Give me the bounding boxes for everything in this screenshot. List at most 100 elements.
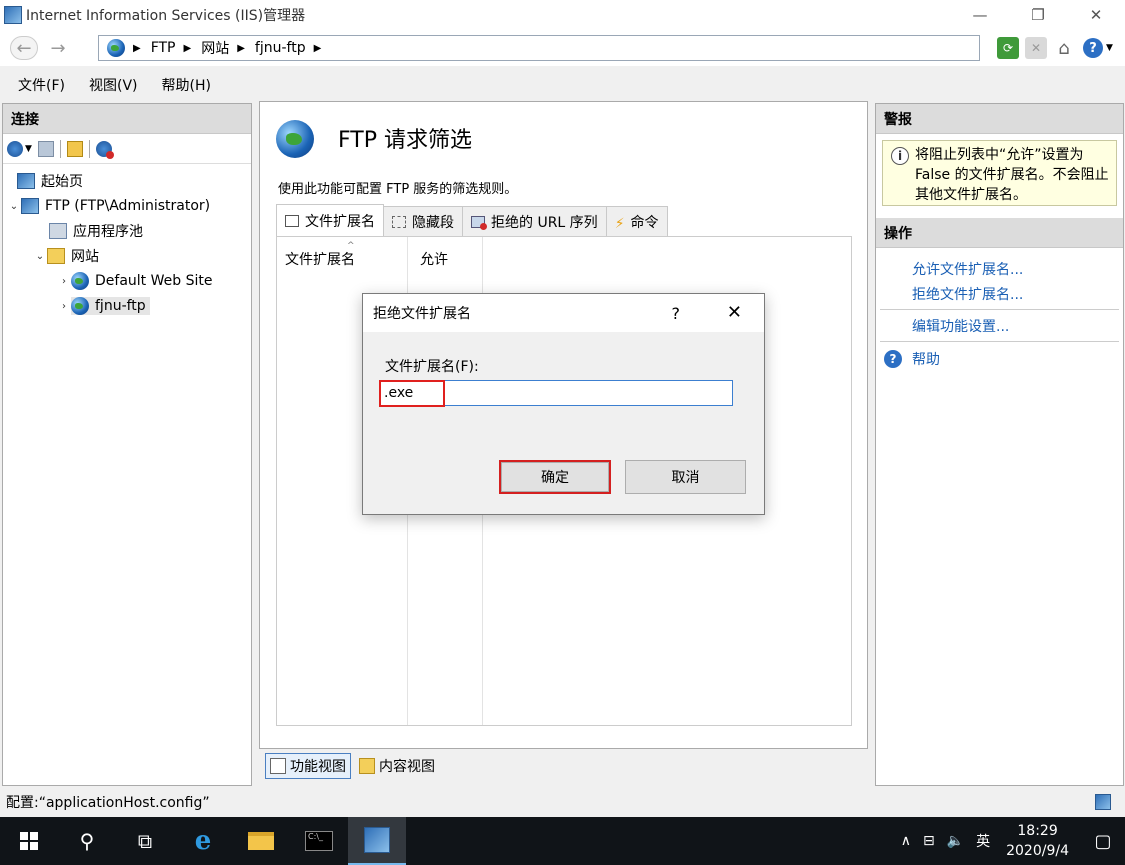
cancel-button[interactable]: 取消 [625, 460, 746, 494]
task-view-icon: ⧉ [137, 829, 153, 853]
alerts-header: 警报 [876, 104, 1123, 134]
clock-date: 2020/9/4 [1006, 843, 1069, 859]
expand-arrow-icon[interactable]: ⌄ [33, 251, 47, 262]
actions-panel: 警报 i 将阻止列表中“允许”设置为 False 的文件扩展名。不会阻止其他文件… [875, 103, 1124, 786]
taskbar-ie[interactable]: e [174, 817, 232, 865]
network-icon[interactable]: ⊟ [917, 833, 941, 849]
status-text: 配置:“applicationHost.config” [6, 795, 210, 811]
help-icon: ? [884, 350, 902, 368]
address-bar[interactable]: ▶ FTP ▶ 网站 ▶ fjnu-ftp ▶ [98, 35, 980, 61]
tree-item-app-pools[interactable]: 应用程序池 [49, 220, 143, 242]
connections-tree: 起始页 ⌄ FTP (FTP\Administrator) 应用程序池 ⌄ 网站… [3, 164, 251, 315]
back-button[interactable]: ← [10, 36, 38, 60]
breadcrumb-ftp[interactable]: FTP [151, 40, 176, 56]
dialog-help-button[interactable]: ? [672, 304, 681, 323]
notification-icon[interactable]: ▢ [1081, 831, 1125, 852]
help-menu-button[interactable]: ? ▼ [1081, 37, 1115, 59]
ok-button[interactable]: 确定 [499, 460, 611, 494]
tab-label: 隐藏段 [412, 214, 454, 231]
clock-time: 18:29 [1017, 823, 1058, 839]
clock[interactable]: 18:29 2020/9/4 [996, 821, 1081, 861]
taskbar-explorer[interactable] [232, 817, 290, 865]
disconnect-icon[interactable] [95, 140, 114, 159]
features-view-button[interactable]: 功能视图 [265, 753, 351, 779]
windows-logo-icon [20, 832, 38, 850]
site-globe-icon [71, 297, 89, 315]
info-icon: i [891, 147, 909, 165]
menu-help[interactable]: 帮助(H) [162, 75, 211, 95]
search-icon: ⚲ [79, 829, 95, 853]
address-toolbar: ⟳ ✕ ⌂ ? ▼ [997, 37, 1115, 59]
stop-icon[interactable]: ✕ [1025, 37, 1047, 59]
volume-muted-icon[interactable]: 🔈 [941, 833, 970, 849]
menu-file[interactable]: 文件(F) [18, 75, 65, 95]
site-globe-icon [71, 272, 89, 290]
alert-message: 将阻止列表中“允许”设置为 False 的文件扩展名。不会阻止其他文件扩展名。 [915, 147, 1109, 203]
allow-extension-link[interactable]: 允许文件扩展名... [876, 256, 1123, 281]
content-view-button[interactable]: 内容视图 [355, 753, 439, 779]
menu-bar: 文件(F) 视图(V) 帮助(H) [0, 70, 1125, 100]
hidden-segment-icon [392, 215, 406, 228]
extension-input[interactable] [379, 380, 733, 406]
start-page-icon [17, 173, 35, 189]
task-view-button[interactable]: ⧉ [116, 817, 174, 865]
collapse-arrow-icon[interactable]: › [57, 301, 71, 312]
start-button[interactable] [0, 817, 58, 865]
extension-field-label: 文件扩展名(F): [385, 359, 479, 375]
tab-commands[interactable]: ⚡ 命令 [605, 206, 668, 236]
tab-denied-url-sequences[interactable]: 拒绝的 URL 序列 [462, 206, 607, 236]
save-icon[interactable] [37, 140, 54, 157]
edit-feature-settings-link[interactable]: 编辑功能设置... [876, 313, 1123, 338]
taskbar: ⚲ ⧉ e C:\_ ∧ ⊟ 🔈 英 18:29 2020/9/4 ▢ [0, 817, 1125, 865]
breadcrumb-site[interactable]: fjnu-ftp [255, 40, 306, 56]
help-icon: ? [1083, 38, 1104, 58]
tree-item-fjnu-ftp[interactable]: › fjnu-ftp [57, 295, 150, 317]
taskbar-cmd[interactable]: C:\_ [290, 817, 348, 865]
view-label: 内容视图 [379, 759, 435, 775]
view-switcher: 功能视图 内容视图 [265, 753, 439, 779]
up-level-icon[interactable] [66, 140, 83, 157]
feature-tabs: 文件扩展名 隐藏段 拒绝的 URL 序列 ⚡ 命令 [276, 204, 668, 236]
feature-title: FTP 请求筛选 [338, 128, 472, 153]
expand-arrow-icon[interactable]: ⌄ [7, 201, 21, 212]
taskbar-iis[interactable] [348, 817, 406, 865]
forward-button[interactable]: → [44, 36, 72, 60]
breadcrumb-separator: ▶ [183, 42, 192, 54]
column-header-allowed[interactable]: 允许 [420, 249, 448, 269]
menu-view[interactable]: 视图(V) [89, 75, 138, 95]
tab-label: 命令 [630, 214, 659, 231]
globe-icon [107, 39, 125, 57]
denied-url-icon [471, 215, 487, 230]
collapse-arrow-icon[interactable]: › [57, 276, 71, 287]
tree-item-label: 起始页 [41, 174, 83, 190]
deny-extension-dialog: 拒绝文件扩展名 ? ✕ 文件扩展名(F): 确定 取消 [362, 293, 765, 515]
tree-item-sites[interactable]: ⌄ 网站 [33, 245, 99, 267]
connect-icon[interactable] [7, 140, 23, 157]
tree-item-server[interactable]: ⌄ FTP (FTP\Administrator) [7, 195, 210, 217]
show-hidden-icons-icon[interactable]: ∧ [895, 833, 917, 849]
deny-extension-link[interactable]: 拒绝文件扩展名... [876, 281, 1123, 306]
tab-hidden-segments[interactable]: 隐藏段 [383, 206, 463, 236]
tab-label: 文件扩展名 [305, 213, 375, 230]
tree-item-default-web-site[interactable]: › Default Web Site [57, 270, 212, 292]
search-button[interactable]: ⚲ [58, 817, 116, 865]
refresh-icon[interactable]: ⟳ [997, 37, 1019, 59]
connections-toolbar: ▼ [3, 134, 251, 164]
command-icon: ⚡ [614, 215, 625, 232]
system-tray: ∧ ⊟ 🔈 英 18:29 2020/9/4 ▢ [895, 817, 1125, 865]
tab-file-extensions[interactable]: 文件扩展名 [276, 204, 384, 236]
maximize-button[interactable]: ❐ [1009, 0, 1067, 30]
dialog-close-button[interactable]: ✕ [727, 302, 742, 323]
breadcrumb-separator[interactable]: ▶ [314, 43, 322, 54]
tree-item-start-page[interactable]: 起始页 [17, 170, 83, 192]
minimize-button[interactable]: — [951, 0, 1009, 30]
dialog-title-bar: 拒绝文件扩展名 ? ✕ [363, 294, 764, 332]
home-icon[interactable]: ⌂ [1053, 37, 1075, 59]
view-label: 功能视图 [290, 759, 346, 775]
close-button[interactable]: ✕ [1067, 0, 1125, 30]
column-header-extension[interactable]: 文件扩展名 [285, 249, 355, 269]
ime-indicator[interactable]: 英 [970, 831, 996, 851]
selected-node: fjnu-ftp [71, 297, 150, 315]
breadcrumb-sites[interactable]: 网站 [201, 38, 229, 58]
help-link[interactable]: ? 帮助 [876, 345, 1123, 373]
